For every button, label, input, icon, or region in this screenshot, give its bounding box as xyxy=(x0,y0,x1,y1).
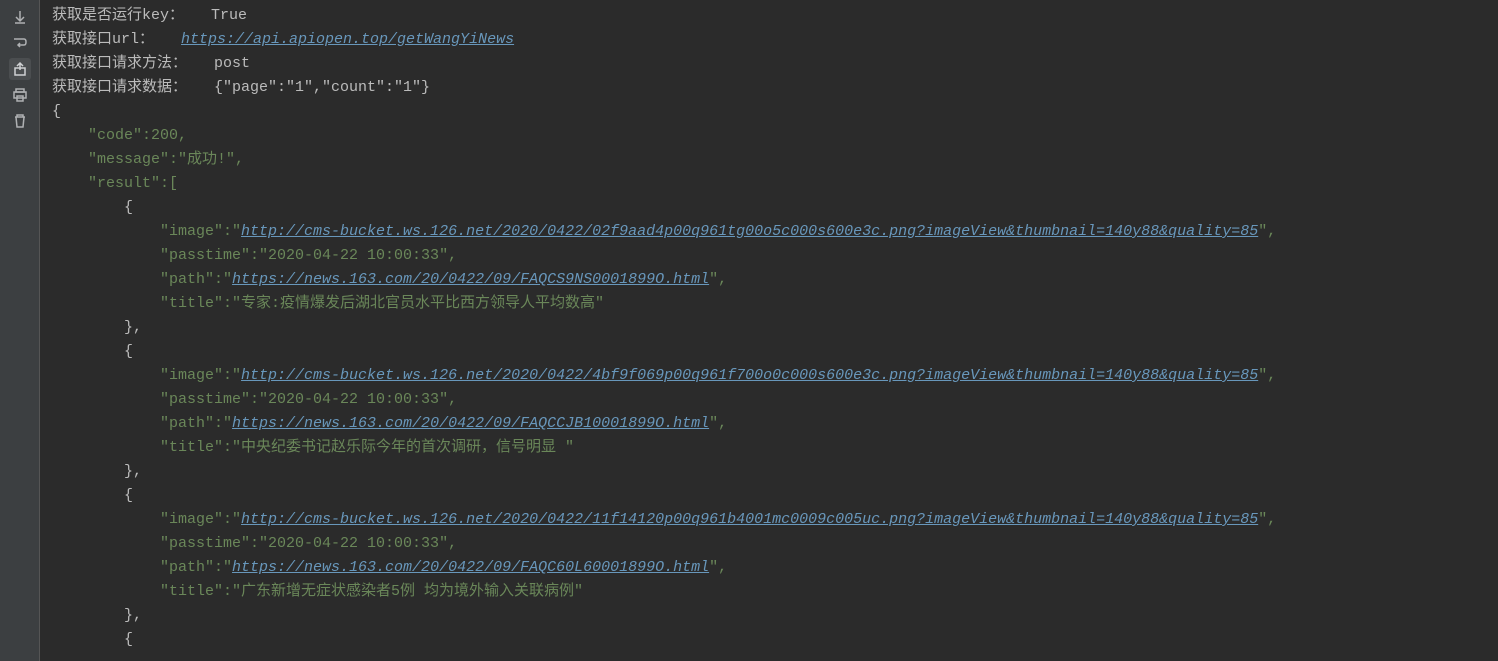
wrap-icon[interactable] xyxy=(9,32,31,54)
output-line: 获取是否运行key： True xyxy=(52,4,1486,28)
output-line: 获取接口请求数据： {"page":"1","count":"1"} xyxy=(52,76,1486,100)
output-line: { xyxy=(52,100,1486,124)
output-line: "passtime":"2020-04-22 10:00:33", xyxy=(52,388,1486,412)
output-line: "title":"专家:疫情爆发后湖北官员水平比西方领导人平均数高" xyxy=(52,292,1486,316)
output-line: { xyxy=(52,196,1486,220)
output-line: "code":200, xyxy=(52,124,1486,148)
export-icon[interactable] xyxy=(9,58,31,80)
output-line: }, xyxy=(52,604,1486,628)
output-line: "path":"https://news.163.com/20/0422/09/… xyxy=(52,556,1486,580)
output-line: { xyxy=(52,628,1486,652)
scroll-down-icon[interactable] xyxy=(9,6,31,28)
url-link[interactable]: https://news.163.com/20/0422/09/FAQCS9NS… xyxy=(232,271,709,288)
output-line: "image":"http://cms-bucket.ws.126.net/20… xyxy=(52,364,1486,388)
output-line: }, xyxy=(52,460,1486,484)
output-line: { xyxy=(52,340,1486,364)
output-line: }, xyxy=(52,316,1486,340)
url-link[interactable]: https://news.163.com/20/0422/09/FAQCCJB1… xyxy=(232,415,709,432)
url-link[interactable]: https://news.163.com/20/0422/09/FAQC60L6… xyxy=(232,559,709,576)
output-line: "image":"http://cms-bucket.ws.126.net/20… xyxy=(52,220,1486,244)
output-line: "path":"https://news.163.com/20/0422/09/… xyxy=(52,412,1486,436)
output-line: "message":"成功!", xyxy=(52,148,1486,172)
output-line: "title":"中央纪委书记赵乐际今年的首次调研，信号明显 " xyxy=(52,436,1486,460)
output-line: "image":"http://cms-bucket.ws.126.net/20… xyxy=(52,508,1486,532)
output-line: 获取接口请求方法： post xyxy=(52,52,1486,76)
delete-icon[interactable] xyxy=(9,110,31,132)
output-line: "passtime":"2020-04-22 10:00:33", xyxy=(52,532,1486,556)
output-line: "title":"广东新增无症状感染者5例 均为境外输入关联病例" xyxy=(52,580,1486,604)
output-line: 获取接口url： https://api.apiopen.top/getWang… xyxy=(52,28,1486,52)
url-link[interactable]: http://cms-bucket.ws.126.net/2020/0422/4… xyxy=(241,367,1258,384)
print-icon[interactable] xyxy=(9,84,31,106)
output-line: "path":"https://news.163.com/20/0422/09/… xyxy=(52,268,1486,292)
url-link[interactable]: http://cms-bucket.ws.126.net/2020/0422/0… xyxy=(241,223,1258,240)
output-line: { xyxy=(52,484,1486,508)
output-line: "result":[ xyxy=(52,172,1486,196)
gutter-toolbar xyxy=(0,0,40,661)
output-line: "passtime":"2020-04-22 10:00:33", xyxy=(52,244,1486,268)
url-link[interactable]: http://cms-bucket.ws.126.net/2020/0422/1… xyxy=(241,511,1258,528)
url-link[interactable]: https://api.apiopen.top/getWangYiNews xyxy=(181,31,514,48)
console-output: 获取是否运行key： True获取接口url： https://api.apio… xyxy=(40,0,1498,661)
